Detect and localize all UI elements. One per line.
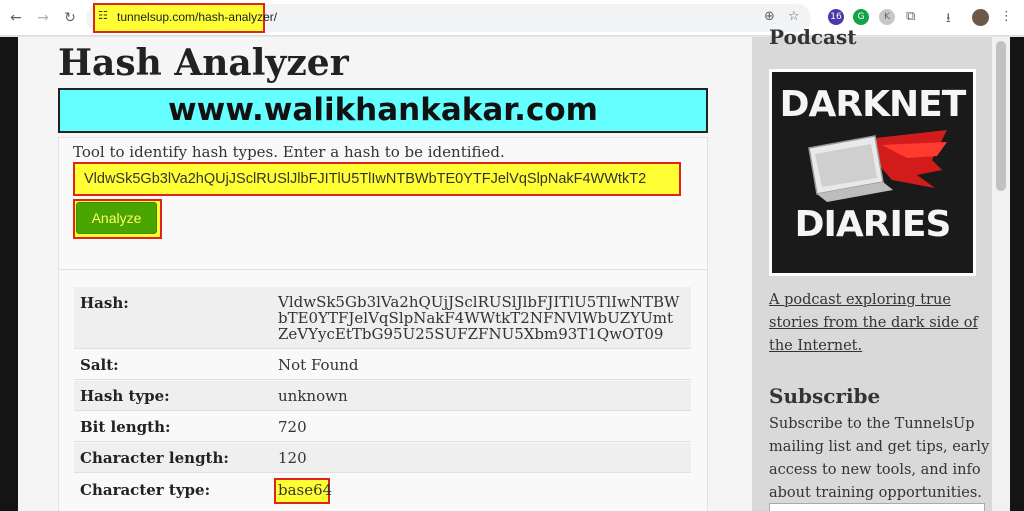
hash-type-label: Hash type: — [80, 387, 170, 405]
right-page-margin — [1010, 37, 1024, 511]
result-row-char-type: Character type: base64 — [74, 474, 691, 508]
char-type-value: base64 — [278, 481, 333, 499]
subscribe-heading: Subscribe — [769, 384, 881, 408]
result-row-hash: Hash: VldwSk5Gb3lVa2hQUjJSclRUSlJlbFJITl… — [74, 287, 691, 349]
laptop-icon — [808, 130, 947, 202]
site-settings-icon[interactable]: ☷ — [98, 9, 108, 22]
hash-input[interactable]: VldwSk5Gb3lVa2hQUjJSclRUSlJlbFJITlU5TlIw… — [73, 162, 681, 196]
bit-length-value: 720 — [278, 418, 307, 436]
result-row-salt: Salt: Not Found — [74, 350, 691, 380]
reload-icon[interactable]: ↻ — [60, 8, 80, 28]
cover-title-bottom: DIARIES — [794, 204, 952, 245]
char-type-label: Character type: — [80, 481, 211, 499]
page-title: Hash Analyzer — [58, 42, 349, 84]
hash-label: Hash: — [80, 294, 129, 312]
analyze-button[interactable]: Analyze — [76, 202, 157, 234]
salt-value: Not Found — [278, 356, 359, 374]
hash-value: VldwSk5Gb3lVa2hQUjJSclRUSlJlbFJITlU5TlIw… — [278, 293, 680, 343]
podcast-cover-image[interactable]: DARKNET DIARIES — [769, 69, 976, 276]
bookmark-star-icon[interactable]: ☆ — [788, 9, 800, 24]
char-length-value: 120 — [278, 449, 307, 467]
banner-text: www.walikhankakar.com — [168, 92, 598, 128]
bit-length-label: Bit length: — [80, 418, 171, 436]
extensions-puzzle-icon[interactable]: ⧉ — [906, 9, 915, 24]
result-row-char-length: Character length: 120 — [74, 443, 691, 473]
result-row-hash-type: Hash type: unknown — [74, 381, 691, 411]
left-page-margin — [0, 37, 18, 511]
podcast-description-link[interactable]: A podcast exploring true stories from th… — [769, 289, 991, 358]
hash-type-value: unknown — [278, 387, 348, 405]
browser-toolbar: ← → ↻ ☷ tunnelsup.com/hash-analyzer/ ⊕ ☆… — [0, 0, 1024, 36]
subscribe-description: Subscribe to the TunnelsUp mailing list … — [769, 416, 990, 501]
menu-dots-icon[interactable]: ⋮ — [1000, 9, 1013, 24]
k-extension-icon[interactable]: K — [879, 9, 895, 25]
grammarly-icon[interactable]: G — [853, 9, 869, 25]
page-viewport: Hash Analyzer www.walikhankakar.com Tool… — [0, 25, 1024, 511]
podcast-heading: Podcast — [769, 25, 857, 49]
result-row-bit-length: Bit length: 720 — [74, 412, 691, 442]
url-text[interactable]: tunnelsup.com/hash-analyzer/ — [117, 10, 277, 24]
profile-avatar[interactable] — [972, 9, 989, 26]
zoom-icon[interactable]: ⊕ — [764, 9, 775, 24]
scrollbar-thumb[interactable] — [996, 41, 1006, 191]
extension-badge-icon[interactable]: 16 — [828, 9, 844, 25]
cover-title-top: DARKNET — [779, 84, 967, 125]
salt-label: Salt: — [80, 356, 119, 374]
subscribe-email-input[interactable] — [769, 503, 985, 511]
char-length-label: Character length: — [80, 449, 229, 467]
tool-description: Tool to identify hash types. Enter a has… — [73, 143, 505, 161]
back-arrow-icon[interactable]: ← — [6, 8, 26, 28]
download-icon[interactable]: ⭳ — [946, 9, 951, 31]
watermark-banner: www.walikhankakar.com — [58, 88, 708, 133]
forward-arrow-icon[interactable]: → — [33, 8, 53, 28]
